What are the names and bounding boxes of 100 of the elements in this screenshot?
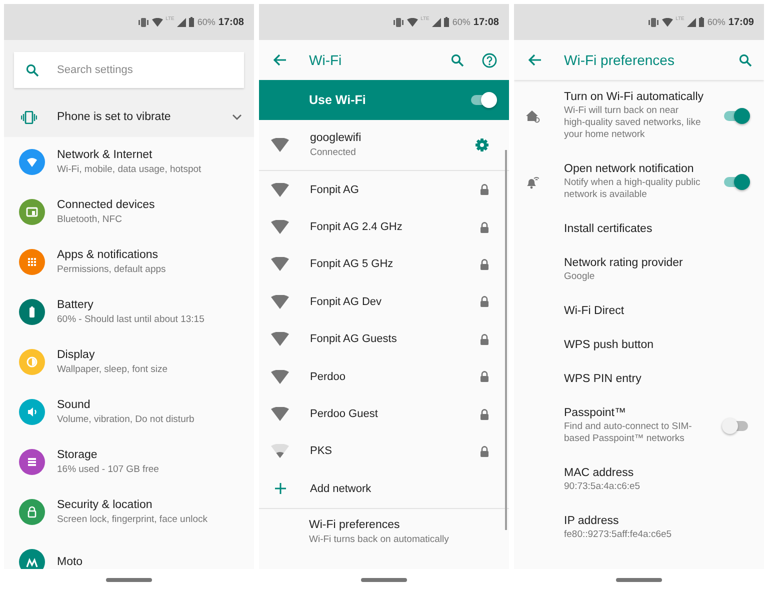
lock-icon [480, 222, 489, 233]
network-name[interactable]: googlewifi [310, 132, 454, 144]
category-title[interactable]: Battery [57, 298, 204, 310]
wifi-signal-icon [271, 444, 289, 458]
wifi-icon [406, 18, 418, 26]
plus-icon [274, 483, 286, 494]
lock-icon [480, 408, 489, 420]
signal-icon [432, 18, 442, 26]
screen-title: Wi-Fi [309, 52, 343, 68]
back-icon[interactable] [528, 54, 542, 66]
lock-icon [480, 371, 489, 382]
network-name[interactable]: Fonpit AG [310, 184, 459, 196]
preference-title[interactable]: Wi-Fi Direct [564, 305, 750, 317]
search-field[interactable]: Search settings [55, 63, 209, 77]
vibrate-icon [21, 110, 37, 124]
search-icon[interactable] [451, 54, 464, 66]
vibrate-icon [648, 18, 659, 26]
category-subtitle: Screen lock, fingerprint, face unlock [57, 514, 208, 526]
network-name[interactable]: Fonpit AG Dev [310, 296, 459, 308]
network-name[interactable]: Fonpit AG Guests [310, 333, 459, 346]
preference-title[interactable]: Network rating provider [564, 257, 750, 269]
network-name[interactable]: Perdoo [310, 370, 459, 383]
signal-icon [687, 18, 696, 26]
battery-icon [444, 17, 450, 27]
lock-icon [480, 258, 489, 270]
lock-icon [480, 296, 489, 308]
preference-summary: Notify when a high-quality public network is available [564, 177, 702, 201]
wifi-master-bar[interactable]: Use Wi-Fi [259, 80, 509, 120]
wifi-signal-icon [271, 257, 289, 272]
home-handle[interactable] [106, 578, 152, 582]
category-subtitle: 16% used - 107 GB free [57, 464, 159, 476]
clock: 17:08 [473, 16, 499, 28]
clock: 17:08 [218, 16, 244, 28]
search-icon[interactable] [739, 54, 752, 66]
vibrate-icon [138, 18, 149, 26]
category-subtitle: 60% - Should last until about 13:15 [57, 314, 204, 326]
scrollbar[interactable] [505, 150, 507, 530]
preference-summary: Wi-Fi will turn back on near high-quality saved networks, like your home network [564, 105, 702, 141]
lock-icon [480, 446, 489, 457]
category-title[interactable]: Sound [57, 398, 194, 410]
preferences-subtitle: Wi-Fi turns back on automatically [309, 534, 450, 546]
network-name[interactable]: Fonpit AG 2.4 GHz [310, 221, 459, 234]
add-network-link[interactable]: Add network [310, 482, 489, 495]
lock-icon [480, 184, 489, 196]
category-title[interactable]: Moto [57, 556, 83, 568]
preferences-title[interactable]: Wi-Fi preferences [309, 518, 509, 531]
category-title[interactable]: Security & location [57, 498, 208, 510]
battery-level: 60% [707, 17, 726, 27]
toggle-switch[interactable] [722, 418, 750, 434]
toggle-switch[interactable] [722, 108, 750, 124]
category-title[interactable]: Apps & notifications [57, 248, 166, 260]
preference-title[interactable]: Install certificates [564, 223, 750, 235]
wifi-icon [152, 18, 163, 26]
vibrate-icon [392, 18, 404, 26]
search-bar[interactable]: Search settings [14, 52, 244, 88]
settings-icon[interactable] [475, 138, 489, 152]
wifi-signal-icon [271, 370, 289, 384]
preference-title[interactable]: WPS PIN entry [564, 373, 750, 385]
category-subtitle: Volume, vibration, Do not disturb [57, 414, 194, 426]
category-title[interactable]: Display [57, 348, 168, 360]
lock-icon [480, 334, 489, 345]
wifi-signal-icon [271, 294, 289, 309]
preference-title[interactable]: Passpoint™ [564, 407, 722, 419]
category-subtitle: Wallpaper, sleep, font size [57, 364, 168, 376]
battery-level: 60% [452, 17, 470, 27]
preference-summary: 90:73:5a:4a:c6:e5 [564, 481, 642, 493]
preference-title[interactable]: WPS push button [564, 339, 750, 351]
help-icon[interactable] [482, 52, 497, 68]
preference-title[interactable]: Open network notification [564, 163, 722, 175]
wifi-signal-icon [271, 220, 289, 234]
battery-icon [699, 17, 704, 27]
preference-title[interactable]: Turn on Wi-Fi automatically [564, 91, 722, 103]
category-subtitle: Permissions, default apps [57, 264, 166, 276]
banner-text: Phone is set to vibrate [57, 111, 172, 123]
toggle-switch[interactable] [469, 92, 497, 108]
signal-icon [177, 18, 186, 26]
toggle-switch[interactable] [722, 174, 750, 190]
network-name[interactable]: Fonpit AG 5 GHz [310, 258, 459, 270]
network-name[interactable]: PKS [310, 445, 459, 458]
category-title[interactable]: Storage [57, 448, 159, 460]
connection-status: Connected [310, 146, 357, 158]
wifi-signal-icon [271, 138, 289, 152]
back-icon[interactable] [273, 54, 287, 66]
network-name[interactable]: Perdoo Guest [310, 408, 459, 420]
search-icon [26, 64, 39, 76]
category-subtitle: Bluetooth, NFC [57, 214, 123, 226]
notification-icon [526, 176, 539, 188]
category-title[interactable]: Connected devices [57, 198, 155, 210]
clock: 17:09 [728, 16, 754, 28]
wifi-icon [662, 18, 673, 26]
home-handle[interactable] [361, 578, 407, 582]
category-title[interactable]: Network & Internet [57, 148, 202, 160]
screen-title: Wi-Fi preferences [564, 52, 676, 68]
home-icon [526, 110, 540, 122]
home-handle[interactable] [616, 578, 662, 582]
preference-title[interactable]: IP address [564, 515, 750, 527]
chevron-icon[interactable] [232, 114, 242, 120]
battery-icon [189, 17, 194, 27]
preference-summary: Google [564, 271, 596, 283]
preference-title[interactable]: MAC address [564, 467, 750, 479]
